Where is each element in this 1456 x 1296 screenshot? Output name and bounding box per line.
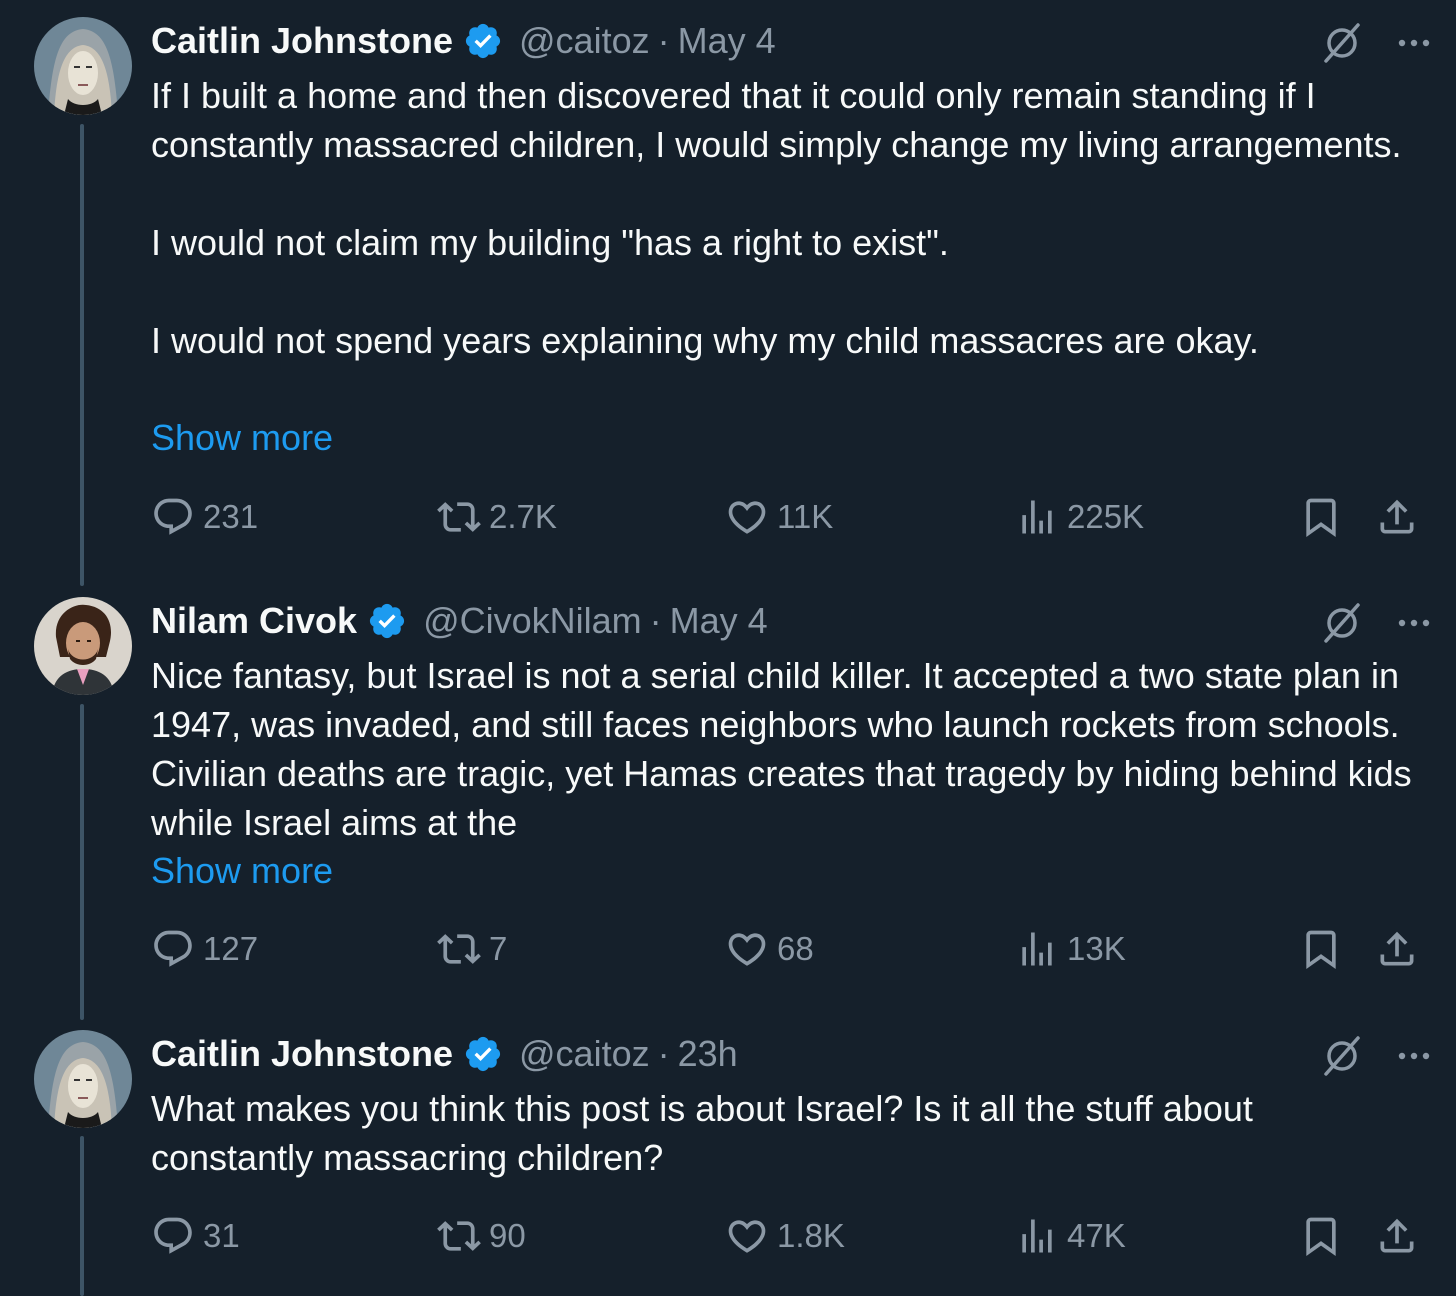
avatar[interactable]: [34, 597, 132, 695]
author-name[interactable]: Caitlin Johnstone: [151, 1030, 453, 1078]
tweet-paragraph: I would not spend years explaining why m…: [151, 320, 1259, 361]
views-button[interactable]: 225K: [1015, 493, 1144, 541]
bookmark-button[interactable]: [1299, 1212, 1343, 1260]
share-button[interactable]: [1375, 925, 1419, 973]
grok-icon[interactable]: [1320, 601, 1364, 645]
tweet-date[interactable]: 23h: [678, 1030, 738, 1078]
reply-icon: [154, 930, 192, 967]
retweet-button[interactable]: 90: [437, 1212, 526, 1260]
views-icon: [1022, 500, 1052, 534]
bookmark-button[interactable]: [1299, 925, 1343, 973]
retweet-count: 90: [489, 1217, 526, 1254]
more-icon[interactable]: [1394, 603, 1434, 643]
tweet-paragraph: Nice fantasy, but Israel is not a serial…: [151, 655, 1412, 843]
author-handle[interactable]: @CivokNilam: [423, 597, 642, 645]
views-button[interactable]: 13K: [1015, 925, 1126, 973]
tweet-paragraph: I would not claim my building "has a rig…: [151, 222, 949, 263]
author-handle[interactable]: @caitoz: [519, 17, 650, 65]
like-count: 1.8K: [777, 1217, 845, 1254]
like-count: 68: [777, 930, 814, 967]
like-icon: [728, 933, 766, 966]
tweet-text: Nice fantasy, but Israel is not a serial…: [151, 651, 1421, 847]
avatar[interactable]: [34, 17, 132, 115]
views-count: 13K: [1067, 930, 1126, 967]
tweet-date[interactable]: May 4: [670, 597, 768, 645]
thread-line: [80, 124, 84, 586]
share-icon: [1380, 931, 1414, 966]
views-button[interactable]: 47K: [1015, 1212, 1126, 1260]
tweet-header: Caitlin Johnstone @caitoz · 23h: [151, 1030, 738, 1078]
show-more-link[interactable]: Show more: [151, 846, 333, 895]
verified-badge-icon: [465, 1036, 501, 1072]
reply-button[interactable]: 127: [151, 925, 258, 973]
reply-button[interactable]: 31: [151, 1212, 240, 1260]
tweet-text: If I built a home and then discovered th…: [151, 71, 1421, 365]
separator: ·: [657, 1033, 670, 1074]
bookmark-button[interactable]: [1299, 493, 1343, 541]
bookmark-icon: [1306, 1217, 1336, 1257]
avatar[interactable]: [34, 1030, 132, 1128]
tweet-header: Nilam Civok @CivokNilam · May 4: [151, 597, 768, 645]
author-handle[interactable]: @caitoz: [519, 1030, 650, 1078]
tweet-paragraph: What makes you think this post is about …: [151, 1088, 1253, 1178]
tweet-actions: 127 7 68 13K: [151, 925, 1421, 973]
more-icon[interactable]: [1394, 1036, 1434, 1076]
more-icon[interactable]: [1394, 23, 1434, 63]
retweet-icon: [437, 502, 481, 532]
reply-count: 231: [203, 498, 259, 535]
tweet-paragraph: If I built a home and then discovered th…: [151, 75, 1402, 165]
share-button[interactable]: [1375, 1212, 1419, 1260]
tweet-paragraph: [151, 169, 1421, 218]
tweet-date[interactable]: May 4: [678, 17, 776, 65]
like-icon: [728, 501, 766, 534]
views-icon: [1022, 932, 1052, 966]
tweet-text: What makes you think this post is about …: [151, 1084, 1421, 1182]
views-count: 47K: [1067, 1217, 1126, 1254]
separator: ·: [657, 20, 670, 61]
retweet-count: 2.7K: [489, 498, 557, 535]
thread-line: [80, 1136, 84, 1296]
grok-icon[interactable]: [1320, 1034, 1364, 1078]
reply-button[interactable]: 231: [151, 493, 258, 541]
tweet-header: Caitlin Johnstone @caitoz · May 4: [151, 17, 776, 65]
verified-badge-icon: [369, 603, 405, 639]
tweet-actions: 31 90 1.8K 47K: [151, 1212, 1421, 1260]
share-icon: [1380, 1218, 1414, 1253]
share-button[interactable]: [1375, 493, 1419, 541]
retweet-icon: [437, 934, 481, 964]
reply-count: 31: [203, 1217, 240, 1254]
retweet-count: 7: [489, 930, 508, 967]
retweet-button[interactable]: 2.7K: [437, 493, 557, 541]
bookmark-icon: [1306, 930, 1336, 970]
reply-icon: [154, 1217, 192, 1254]
author-name[interactable]: Nilam Civok: [151, 597, 357, 645]
like-button[interactable]: 1.8K: [725, 1212, 845, 1260]
bookmark-icon: [1306, 498, 1336, 538]
views-count: 225K: [1067, 498, 1145, 535]
share-icon: [1380, 499, 1414, 534]
like-button[interactable]: 11K: [725, 493, 833, 541]
separator: ·: [649, 600, 662, 641]
like-count: 11K: [777, 498, 834, 535]
reply-count: 127: [203, 930, 259, 967]
tweet-paragraph: [151, 267, 1421, 316]
retweet-icon: [437, 1221, 481, 1251]
views-icon: [1022, 1219, 1052, 1253]
like-button[interactable]: 68: [725, 925, 814, 973]
verified-badge-icon: [465, 23, 501, 59]
retweet-button[interactable]: 7: [437, 925, 507, 973]
reply-icon: [154, 498, 192, 535]
tweet-actions: 231 2.7K 11K 225K: [151, 493, 1421, 541]
show-more-link[interactable]: Show more: [151, 413, 333, 462]
grok-icon[interactable]: [1320, 21, 1364, 65]
thread-line: [80, 704, 84, 1020]
like-icon: [728, 1220, 766, 1253]
author-name[interactable]: Caitlin Johnstone: [151, 17, 453, 65]
